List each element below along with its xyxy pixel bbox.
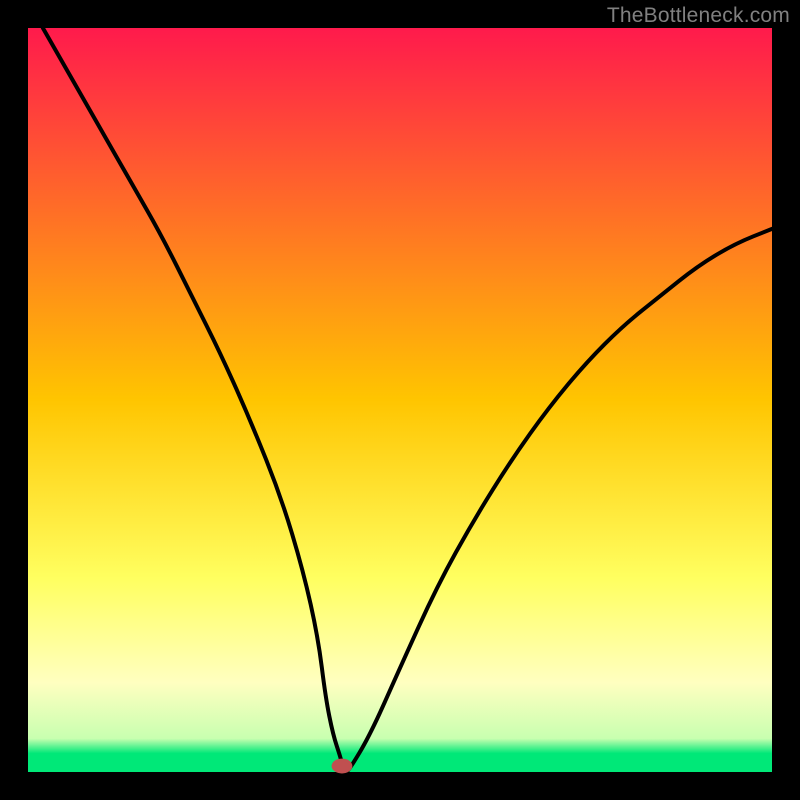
plot-background <box>28 28 772 772</box>
bottleneck-chart <box>0 0 800 800</box>
watermark-text: TheBottleneck.com <box>607 4 790 28</box>
null-point-marker <box>332 759 353 774</box>
